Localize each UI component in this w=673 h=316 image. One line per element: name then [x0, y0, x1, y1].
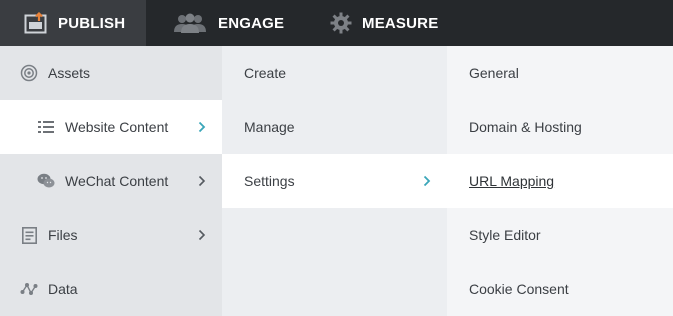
gear-icon	[330, 12, 352, 34]
menu-item-manage-label: Manage	[244, 119, 295, 135]
menu-item-files-label: Files	[48, 227, 78, 243]
menu-item-style-editor-label: Style Editor	[469, 227, 541, 243]
menu-item-create-label: Create	[244, 65, 287, 81]
secondary-menu: Create Manage Settings	[222, 46, 447, 316]
menu-item-url-mapping[interactable]: URL Mapping	[447, 154, 673, 208]
menu-item-cookie-consent[interactable]: Cookie Consent	[447, 262, 673, 316]
menu-item-wechat-content-label: WeChat Content	[65, 173, 169, 189]
file-icon	[20, 226, 38, 244]
menu-item-general[interactable]: General	[447, 46, 673, 100]
menu-item-data-label: Data	[48, 281, 78, 297]
list-icon	[37, 118, 55, 136]
top-navigation: PUBLISH ENGAGE MEASURE	[0, 0, 673, 46]
menu-item-wechat-content[interactable]: WeChat Content	[0, 154, 222, 208]
chevron-right-icon	[198, 121, 206, 133]
menu-item-style-editor[interactable]: Style Editor	[447, 208, 673, 262]
publish-icon	[24, 12, 48, 34]
tab-measure-label: MEASURE	[362, 14, 439, 32]
menu-item-website-content[interactable]: Website Content	[0, 100, 222, 154]
wechat-icon	[37, 172, 55, 190]
menu-item-assets-label: Assets	[48, 65, 91, 81]
data-nodes-icon	[20, 280, 38, 298]
menu-item-settings[interactable]: Settings	[222, 154, 447, 208]
chevron-right-icon	[198, 175, 206, 187]
menu-item-settings-label: Settings	[244, 173, 295, 189]
tab-engage-label: ENGAGE	[218, 14, 285, 32]
primary-menu: Assets Website Content WeChat Content Fi…	[0, 46, 222, 316]
tertiary-menu: General Domain & Hosting URL Mapping Sty…	[447, 46, 673, 316]
menu-item-website-content-label: Website Content	[65, 119, 169, 135]
tab-measure[interactable]: MEASURE	[304, 0, 438, 46]
menu-item-domain-hosting[interactable]: Domain & Hosting	[447, 100, 673, 154]
menu-item-files[interactable]: Files	[0, 208, 222, 262]
menu-item-domain-hosting-label: Domain & Hosting	[469, 119, 582, 135]
people-icon	[172, 12, 208, 34]
menu-item-manage[interactable]: Manage	[222, 100, 447, 154]
menu-item-create[interactable]: Create	[222, 46, 447, 100]
menu-item-assets[interactable]: Assets	[0, 46, 222, 100]
chevron-right-icon	[198, 229, 206, 241]
assets-target-icon	[20, 64, 38, 82]
menu-item-data[interactable]: Data	[0, 262, 222, 316]
menu-item-general-label: General	[469, 65, 519, 81]
tab-publish-label: PUBLISH	[58, 14, 126, 32]
chevron-right-icon	[423, 175, 431, 187]
menu-item-cookie-consent-label: Cookie Consent	[469, 281, 569, 297]
tab-engage[interactable]: ENGAGE	[146, 0, 304, 46]
menu-item-url-mapping-label: URL Mapping	[469, 173, 555, 189]
tab-publish[interactable]: PUBLISH	[0, 0, 146, 46]
